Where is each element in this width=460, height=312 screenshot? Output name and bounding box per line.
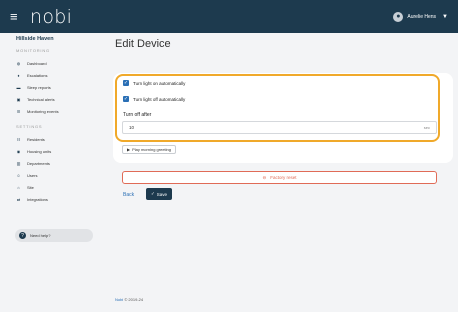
factory-reset-label: Factory reset [270, 175, 297, 180]
sidebar-item-departments[interactable]: ▥ Departments [16, 161, 50, 166]
sidebar-item-site[interactable]: ⌂ Site [16, 185, 34, 190]
save-button[interactable]: ✓ Save [146, 188, 172, 200]
play-morning-greeting-button[interactable]: ▶ Play morning greeting [122, 145, 176, 154]
chevron-down-icon: ▼ [442, 13, 448, 20]
sidebar-item-dashboard[interactable]: ◍ Dashboard [16, 61, 47, 66]
sidebar-item-label: Technical alerts [27, 97, 55, 102]
seconds-unit: sec [423, 125, 430, 130]
building-icon: ▥ [16, 161, 21, 166]
turn-off-after-value: 10 [129, 125, 135, 130]
bed-icon: ▬ [16, 85, 21, 90]
factory-reset-button[interactable]: ⊖ Factory reset [122, 171, 437, 184]
integrations-icon: ⇄ [16, 197, 21, 202]
footer-brand[interactable]: Nobi [115, 297, 123, 302]
play-icon: ▶ [127, 147, 131, 152]
back-link[interactable]: Back [123, 192, 134, 198]
sidebar-item-label: Site [27, 185, 34, 190]
main-content: Edit Device ✓ Turn light on automaticall… [107, 33, 458, 312]
app-window: ≡ nobi ● Aurelie Hens ▼ Hillside Haven M… [0, 0, 458, 312]
list-icon: ☰ [16, 109, 21, 114]
user-icon: ● [393, 11, 404, 22]
sidebar-item-label: Integrations [27, 197, 48, 202]
monitoring-section-title: MONITORING [16, 48, 50, 53]
page-title: Edit Device [115, 38, 171, 50]
sidebar-item-label: Housing units [27, 149, 52, 154]
sidebar-item-sleep-reports[interactable]: ▬ Sleep reports [16, 85, 51, 90]
settings-section-title: SETTINGS [16, 124, 43, 129]
user-menu[interactable]: ● Aurelie Hens ▼ [393, 11, 448, 22]
user-name: Aurelie Hens [407, 13, 437, 20]
hamburger-icon[interactable]: ≡ [10, 9, 24, 24]
sidebar-item-escalations[interactable]: ♦ Escalations [16, 73, 47, 78]
play-morning-greeting-label: Play morning greeting [132, 147, 171, 152]
turn-off-after-input[interactable]: 10 sec [122, 121, 437, 134]
sidebar-item-integrations[interactable]: ⇄ Integrations [16, 197, 48, 202]
sidebar-item-label: Residents [27, 137, 45, 142]
top-bar: ≡ nobi ● Aurelie Hens ▼ [0, 0, 458, 33]
footer: Nobi © 2019-24 [115, 297, 143, 302]
need-help-label: Need help? [30, 233, 51, 238]
save-label: Save [156, 191, 168, 197]
sidebar-item-users[interactable]: ☺ Users [16, 173, 37, 178]
sidebar-item-label: Escalations [27, 73, 48, 78]
sidebar-item-housing-units[interactable]: ◉ Housing units [16, 149, 52, 154]
need-help-button[interactable]: ? Need help? [15, 229, 93, 242]
housing-icon: ◉ [16, 149, 21, 154]
alert-icon: ▣ [16, 97, 21, 102]
users-icon: ☺ [16, 173, 21, 178]
sidebar-item-technical-alerts[interactable]: ▣ Technical alerts [16, 97, 55, 102]
light-off-option[interactable]: ✓ Turn light off automatically [123, 96, 185, 102]
sidebar-item-label: Dashboard [27, 61, 47, 66]
sidebar-item-label: Monitoring events [27, 109, 59, 114]
light-on-checkbox[interactable]: ✓ [123, 80, 129, 86]
residents-icon: ☷ [16, 137, 21, 142]
turn-off-after-label: Turn off after [123, 112, 152, 118]
reset-icon: ⊖ [262, 174, 267, 180]
sidebar-item-label: Users [27, 173, 38, 178]
light-off-label: Turn light off automatically [133, 96, 186, 102]
light-on-label: Turn light on automatically [133, 80, 186, 86]
home-icon: ⌂ [17, 185, 20, 190]
check-icon: ✓ [150, 191, 155, 196]
app-logo[interactable]: nobi [30, 6, 72, 28]
sidebar: Hillside Haven MONITORING ◍ Dashboard ♦ … [0, 33, 107, 312]
sidebar-item-residents[interactable]: ☷ Residents [16, 137, 45, 142]
light-off-checkbox[interactable]: ✓ [123, 96, 129, 102]
escalation-icon: ♦ [17, 73, 20, 78]
question-icon: ? [19, 232, 26, 239]
sidebar-item-label: Departments [27, 161, 50, 166]
site-name: Hillside Haven [16, 36, 54, 42]
light-on-option[interactable]: ✓ Turn light on automatically [123, 80, 185, 86]
sidebar-item-monitoring-events[interactable]: ☰ Monitoring events [16, 109, 59, 114]
footer-copyright: © 2019-24 [124, 297, 144, 302]
sidebar-item-label: Sleep reports [27, 85, 51, 90]
dashboard-icon: ◍ [16, 61, 21, 66]
